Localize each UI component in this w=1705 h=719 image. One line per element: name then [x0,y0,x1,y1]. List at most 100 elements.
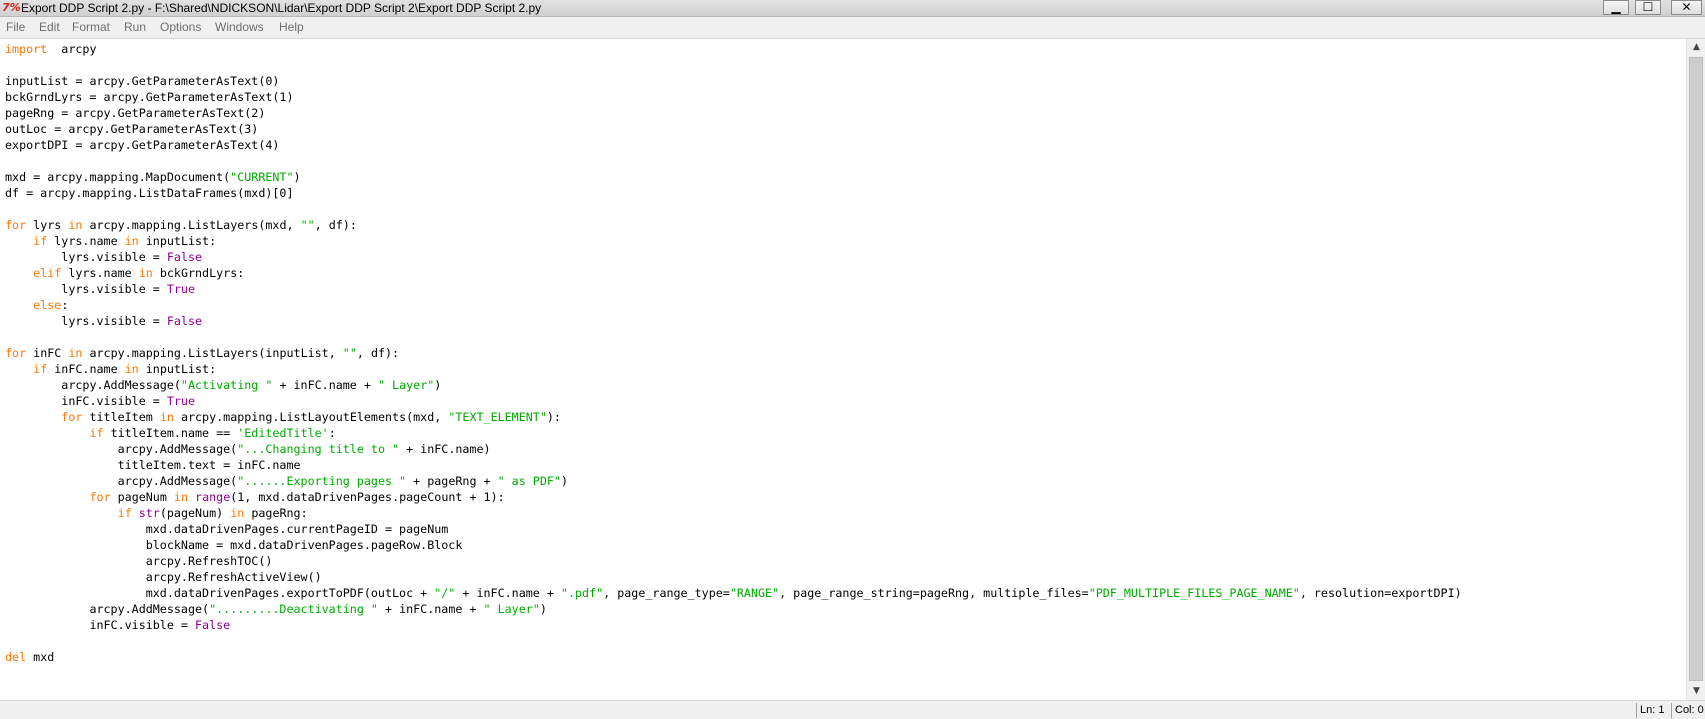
code-token-str: "Activating " [180,378,273,392]
scroll-up-arrow-icon[interactable]: ▲ [1688,39,1705,56]
menu-windows[interactable]: Windows [215,17,264,38]
code-line[interactable]: arcpy.AddMessage("......Exporting pages … [5,473,1462,489]
code-token-bi: True [166,282,195,296]
close-button[interactable]: ✕ [1671,0,1702,15]
title-bar[interactable]: 7% Export DDP Script 2.py - F:\Shared\ND… [0,0,1705,17]
code-line[interactable]: mxd.dataDrivenPages.exportToPDF(outLoc +… [5,585,1462,601]
minimize-button[interactable]: ▁ [1603,0,1629,15]
status-bar: Ln: 1 Col: 0 [0,700,1705,719]
python-idle-icon[interactable]: 7% [2,1,21,14]
code-token-kw: del [5,650,27,664]
code-line[interactable] [5,57,1462,73]
code-line[interactable]: import arcpy [5,41,1462,57]
code-token-str: "" [342,346,357,360]
code-line[interactable]: arcpy.RefreshActiveView() [5,569,1462,585]
scroll-down-arrow-icon[interactable]: ▼ [1688,683,1705,700]
menu-help[interactable]: Help [279,17,304,38]
code-token: pageNum [110,490,174,504]
scrollbar-thumb[interactable] [1689,57,1703,681]
code-line[interactable] [5,633,1462,649]
code-token-kw: in [68,346,83,360]
menu-file[interactable]: File [6,17,25,38]
code-line[interactable]: if str(pageNum) in pageRng: [5,505,1462,521]
vertical-scrollbar[interactable]: ▲ ▼ [1686,39,1705,700]
code-line[interactable]: arcpy.AddMessage("Activating " + inFC.na… [5,377,1462,393]
code-line[interactable]: for pageNum in range(1, mxd.dataDrivenPa… [5,489,1462,505]
code-token: inFC.visible = [5,394,167,408]
code-line[interactable]: lyrs.visible = False [5,313,1462,329]
code-token: , df): [314,218,357,232]
code-line[interactable]: pageRng = arcpy.GetParameterAsText(2) [5,105,1462,121]
code-token: + inFC.name) [399,442,491,456]
code-line[interactable]: mxd = arcpy.mapping.MapDocument("CURRENT… [5,169,1462,185]
code-token-kw: in [124,234,139,248]
code-text[interactable]: import arcpy inputList = arcpy.GetParame… [5,41,1462,665]
code-token: ) [560,474,568,488]
code-line[interactable]: for titleItem in arcpy.mapping.ListLayou… [5,409,1462,425]
code-token: arcpy.AddMessage( [5,378,181,392]
code-token-str: "RANGE" [729,586,780,600]
code-line[interactable]: df = arcpy.mapping.ListDataFrames(mxd)[0… [5,185,1462,201]
code-token-str: " Layer" [483,602,540,616]
code-line[interactable]: exportDPI = arcpy.GetParameterAsText(4) [5,137,1462,153]
code-token: inFC [26,346,69,360]
code-line[interactable]: arcpy.AddMessage("...Changing title to "… [5,441,1462,457]
code-line[interactable]: elif lyrs.name in bckGrndLyrs: [5,265,1462,281]
code-token: exportDPI = arcpy.GetParameterAsText(4) [5,138,280,152]
code-token: arcpy.mapping.ListLayers(inputList, [82,346,343,360]
code-line[interactable]: if lyrs.name in inputList: [5,233,1462,249]
menu-edit[interactable]: Edit [39,17,60,38]
code-token: arcpy.mapping.ListLayers(mxd, [82,218,301,232]
code-line[interactable]: else: [5,297,1462,313]
code-token-str: "" [300,218,315,232]
code-line[interactable]: for lyrs in arcpy.mapping.ListLayers(mxd… [5,217,1462,233]
code-token: pageRng: [244,506,308,520]
code-line[interactable] [5,153,1462,169]
code-line[interactable]: del mxd [5,649,1462,665]
menu-run[interactable]: Run [124,17,146,38]
code-line[interactable]: mxd.dataDrivenPages.currentPageID = page… [5,521,1462,537]
code-line[interactable]: inFC.visible = False [5,617,1462,633]
code-line[interactable]: arcpy.AddMessage(".........Deactivating … [5,601,1462,617]
code-editor[interactable]: import arcpy inputList = arcpy.GetParame… [0,39,1686,700]
code-line[interactable]: blockName = mxd.dataDrivenPages.pageRow.… [5,537,1462,553]
code-line[interactable]: for inFC in arcpy.mapping.ListLayers(inp… [5,345,1462,361]
code-line[interactable] [5,329,1462,345]
code-token-kw: if [117,506,132,520]
code-line[interactable]: if titleItem.name == 'EditedTitle': [5,425,1462,441]
code-token: arcpy.RefreshTOC() [5,554,273,568]
code-line[interactable]: outLoc = arcpy.GetParameterAsText(3) [5,121,1462,137]
code-line[interactable]: inFC.visible = True [5,393,1462,409]
code-token: lyrs.visible = [5,314,167,328]
code-line[interactable]: bckGrndLyrs = arcpy.GetParameterAsText(1… [5,89,1462,105]
menu-format[interactable]: Format [72,17,110,38]
menu-options[interactable]: Options [160,17,201,38]
code-token: bckGrndLyrs: [152,266,245,280]
code-token: inFC.name [47,362,125,376]
code-token: mxd.dataDrivenPages.currentPageID = page… [5,522,449,536]
code-line[interactable] [5,201,1462,217]
code-line[interactable]: arcpy.RefreshTOC() [5,553,1462,569]
code-line[interactable]: inputList = arcpy.GetParameterAsText(0) [5,73,1462,89]
code-token: ) [539,602,547,616]
code-token-kw: if [89,426,104,440]
code-line[interactable]: lyrs.visible = False [5,249,1462,265]
maximize-button[interactable]: ☐ [1635,0,1661,15]
status-line: Ln: 1 [1636,703,1672,718]
code-token: arcpy.mapping.ListLayoutElements(mxd, [173,410,449,424]
idle-editor-window: 7% Export DDP Script 2.py - F:\Shared\ND… [0,0,1705,719]
code-token: ): [546,410,561,424]
code-token: arcpy.AddMessage( [5,602,210,616]
code-token-bi: False [166,314,203,328]
code-line[interactable]: lyrs.visible = True [5,281,1462,297]
code-token-kw: if [33,234,48,248]
code-token: , page_range_type= [603,586,730,600]
code-line[interactable]: if inFC.name in inputList: [5,361,1462,377]
code-token-kw: in [159,410,174,424]
code-line[interactable]: titleItem.text = inFC.name [5,457,1462,473]
code-token: bckGrndLyrs = arcpy.GetParameterAsText(1… [5,90,294,104]
